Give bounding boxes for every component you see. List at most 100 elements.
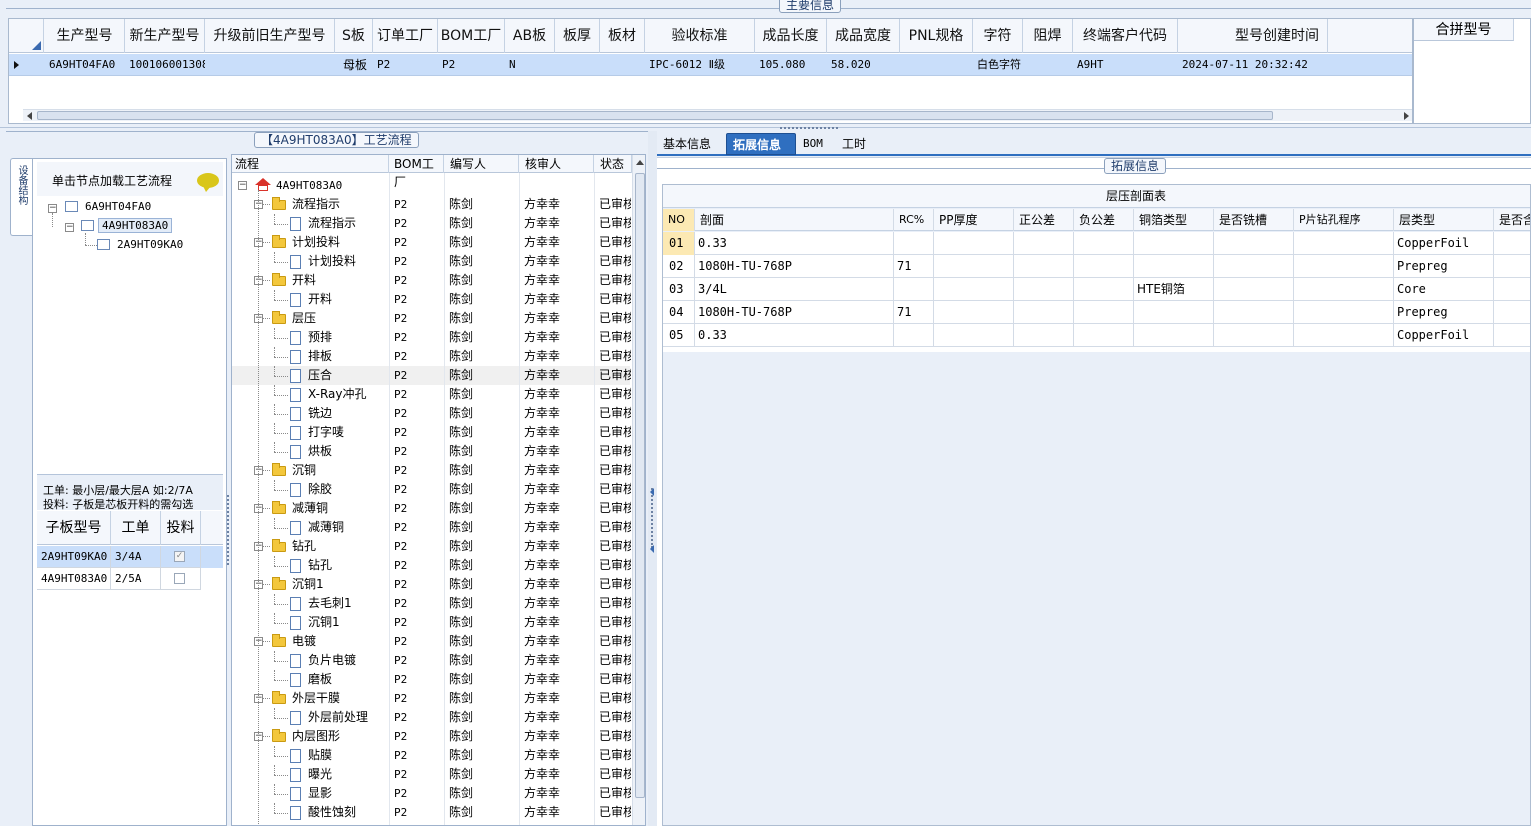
flow-row[interactable]: 显影 P2 陈剑 方幸幸 已审核 bbox=[232, 784, 631, 803]
tab-2[interactable]: BOM bbox=[797, 133, 835, 155]
flow-row[interactable]: −减薄铜P2陈剑方幸幸已审核 bbox=[232, 499, 631, 518]
flow-row[interactable]: 磨板 P2 陈剑 方幸幸 已审核 bbox=[232, 670, 631, 689]
layer-col-header-6[interactable]: 铜箔类型 bbox=[1134, 209, 1214, 231]
flow-row[interactable]: 外层前处理 P2 陈剑 方幸幸 已审核 bbox=[232, 708, 631, 727]
scroll-thumb[interactable] bbox=[635, 173, 645, 798]
flow-row[interactable]: 酸性蚀刻 P2 陈剑 方幸幸 已审核 bbox=[232, 803, 631, 822]
layer-col-header-8[interactable]: P片钻孔程序 bbox=[1294, 209, 1394, 231]
flow-row[interactable]: 预排 P2 陈剑 方幸幸 已审核 bbox=[232, 328, 631, 347]
col-header-writer[interactable]: 编写人 bbox=[444, 155, 519, 173]
flow-row[interactable]: X-Ray冲孔 P2 陈剑 方幸幸 已审核 bbox=[232, 385, 631, 404]
flow-row[interactable]: 开料 P2 陈剑 方幸幸 已审核 bbox=[232, 290, 631, 309]
layer-col-header-1[interactable]: 剖面 bbox=[695, 209, 894, 231]
col-header-8[interactable]: 板材 bbox=[600, 19, 645, 53]
flow-row[interactable]: 曝光 P2 陈剑 方幸幸 已审核 bbox=[232, 765, 631, 784]
flow-row[interactable]: 除胶 P2 陈剑 方幸幸 已审核 bbox=[232, 480, 631, 499]
flow-row[interactable]: 压合 P2 陈剑 方幸幸 已审核 bbox=[232, 366, 631, 385]
col-header-1[interactable]: 新生产型号 bbox=[125, 19, 205, 53]
col-header-0[interactable]: 生产型号 bbox=[45, 19, 125, 53]
flow-row[interactable]: −层压P2陈剑方幸幸已审核 bbox=[232, 309, 631, 328]
flow-row[interactable]: −计划投料P2陈剑方幸幸已审核 bbox=[232, 233, 631, 252]
sub-table-row[interactable]: 4A9HT083A0 2/5A bbox=[37, 568, 223, 590]
col-header-16[interactable]: 型号创建时间 bbox=[1178, 19, 1328, 53]
col-header-5[interactable]: BOM工厂 bbox=[438, 19, 505, 53]
col-header-6[interactable]: AB板 bbox=[505, 19, 555, 53]
flow-row[interactable]: 减薄铜 P2 陈剑 方幸幸 已审核 bbox=[232, 518, 631, 537]
collapse-icon[interactable]: − bbox=[48, 204, 57, 213]
col-header-9[interactable]: 验收标准 bbox=[645, 19, 755, 53]
col-header-7[interactable]: 板厚 bbox=[555, 19, 600, 53]
col-header-10[interactable]: 成品长度 bbox=[755, 19, 827, 53]
flow-row[interactable]: 排板 P2 陈剑 方幸幸 已审核 bbox=[232, 347, 631, 366]
collapse-icon[interactable]: − bbox=[238, 181, 247, 190]
flow-row[interactable]: −沉铜P2陈剑方幸幸已审核 bbox=[232, 461, 631, 480]
tab-1[interactable]: 拓展信息 bbox=[726, 133, 796, 155]
layer-col-header-7[interactable]: 是否铣槽 bbox=[1214, 209, 1294, 231]
scroll-thumb[interactable] bbox=[37, 111, 1273, 120]
layer-col-header-4[interactable]: 正公差 bbox=[1014, 209, 1074, 231]
layer-row[interactable]: 01 0.33 CopperFoil bbox=[663, 232, 1530, 255]
col-header-11[interactable]: 成品宽度 bbox=[827, 19, 900, 53]
col-header-feed[interactable]: 投料 bbox=[161, 511, 201, 545]
col-header-model[interactable]: 子板型号 bbox=[37, 511, 111, 545]
col-header-14[interactable]: 阻焊 bbox=[1023, 19, 1073, 53]
scroll-right-icon[interactable] bbox=[1404, 112, 1409, 120]
scroll-left-icon[interactable] bbox=[27, 112, 32, 120]
col-header-2[interactable]: 升级前旧生产型号 bbox=[205, 19, 335, 53]
tab-0[interactable]: 基本信息 bbox=[657, 133, 725, 155]
flow-row[interactable]: −开料P2陈剑方幸幸已审核 bbox=[232, 271, 631, 290]
side-tab-device[interactable]: 设备结构 bbox=[10, 158, 32, 236]
flow-row[interactable]: 贴膜 P2 陈剑 方幸幸 已审核 bbox=[232, 746, 631, 765]
layer-col-header-9[interactable]: 层类型 bbox=[1394, 209, 1494, 231]
col-header-bom[interactable]: BOM工厂 bbox=[389, 155, 444, 189]
col-header-status[interactable]: 状态 bbox=[594, 155, 632, 173]
tree-node-selected[interactable]: 4A9HT083A0 bbox=[98, 218, 173, 233]
middle-splitter[interactable] bbox=[648, 131, 657, 826]
flow-row[interactable]: −外层干膜P2陈剑方幸幸已审核 bbox=[232, 689, 631, 708]
col-header-15[interactable]: 终端客户代码 bbox=[1073, 19, 1178, 53]
col-header-3[interactable]: S板 bbox=[335, 19, 373, 53]
tree-node-child[interactable]: 2A9HT09KA0 bbox=[117, 238, 183, 251]
flow-row[interactable]: 沉铜1 P2 陈剑 方幸幸 已审核 bbox=[232, 613, 631, 632]
col-header-order[interactable]: 工单 bbox=[111, 511, 161, 545]
layer-col-header-3[interactable]: PP厚度 bbox=[934, 209, 1014, 231]
feed-checkbox[interactable]: ✓ bbox=[174, 551, 185, 562]
col-header-flow[interactable]: 流程 bbox=[232, 155, 389, 173]
col-header-4[interactable]: 订单工厂 bbox=[373, 19, 438, 53]
flow-scrollbar[interactable] bbox=[632, 155, 645, 825]
layer-row[interactable]: 02 1080H-TU-768P 71 Prepreg bbox=[663, 255, 1530, 278]
flow-root-row[interactable]: − 4A9HT083A0 bbox=[232, 176, 630, 195]
layer-col-header-5[interactable]: 负公差 bbox=[1074, 209, 1134, 231]
layer-row[interactable]: 03 3/4L HTE铜箔 Core bbox=[663, 278, 1530, 301]
layer-col-header-0[interactable]: NO bbox=[663, 209, 695, 231]
flow-row[interactable]: 去毛刺1 P2 陈剑 方幸幸 已审核 bbox=[232, 594, 631, 613]
flow-row[interactable]: 钻孔 P2 陈剑 方幸幸 已审核 bbox=[232, 556, 631, 575]
flow-row[interactable]: 计划投料 P2 陈剑 方幸幸 已审核 bbox=[232, 252, 631, 271]
sub-table-row[interactable]: 2A9HT09KA0 3/4A ✓ bbox=[37, 546, 223, 568]
flow-row[interactable]: −流程指示P2陈剑方幸幸已审核 bbox=[232, 195, 631, 214]
layer-row[interactable]: 04 1080H-TU-768P 71 Prepreg bbox=[663, 301, 1530, 324]
merge-panel-header[interactable]: 合拼型号 bbox=[1414, 19, 1514, 41]
flow-row[interactable]: 打字唛 P2 陈剑 方幸幸 已审核 bbox=[232, 423, 631, 442]
layer-col-header-2[interactable]: RC% bbox=[894, 209, 934, 231]
flow-row[interactable]: 烘板 P2 陈剑 方幸幸 已审核 bbox=[232, 442, 631, 461]
col-header-12[interactable]: PNL规格 bbox=[900, 19, 973, 53]
tab-3[interactable]: 工时 bbox=[836, 133, 872, 155]
collapse-icon[interactable]: − bbox=[65, 223, 74, 232]
flow-row[interactable]: −内层图形P2陈剑方幸幸已审核 bbox=[232, 727, 631, 746]
tree-node-root[interactable]: 6A9HT04FA0 bbox=[85, 200, 151, 213]
layer-row[interactable]: 05 0.33 CopperFoil bbox=[663, 324, 1530, 347]
main-grid-scrollbar[interactable] bbox=[23, 109, 1412, 121]
layer-col-header-10[interactable]: 是否含 bbox=[1494, 209, 1530, 231]
col-header-13[interactable]: 字符 bbox=[973, 19, 1023, 53]
col-header-reviewer[interactable]: 核审人 bbox=[519, 155, 594, 173]
flow-row[interactable]: 流程指示 P2 陈剑 方幸幸 已审核 bbox=[232, 214, 631, 233]
flow-row[interactable]: 铣边 P2 陈剑 方幸幸 已审核 bbox=[232, 404, 631, 423]
select-all-corner[interactable] bbox=[9, 19, 44, 53]
flow-row[interactable]: −钻孔P2陈剑方幸幸已审核 bbox=[232, 537, 631, 556]
flow-row[interactable]: 负片电镀 P2 陈剑 方幸幸 已审核 bbox=[232, 651, 631, 670]
feed-checkbox[interactable] bbox=[174, 573, 185, 584]
scroll-up-icon[interactable] bbox=[636, 160, 644, 165]
flow-row[interactable]: −电镀P2陈剑方幸幸已审核 bbox=[232, 632, 631, 651]
main-grid-row[interactable]: 6A9HT04FA0 10010600130838 母板 P2 P2 N IPC-6012 … bbox=[9, 54, 1412, 76]
